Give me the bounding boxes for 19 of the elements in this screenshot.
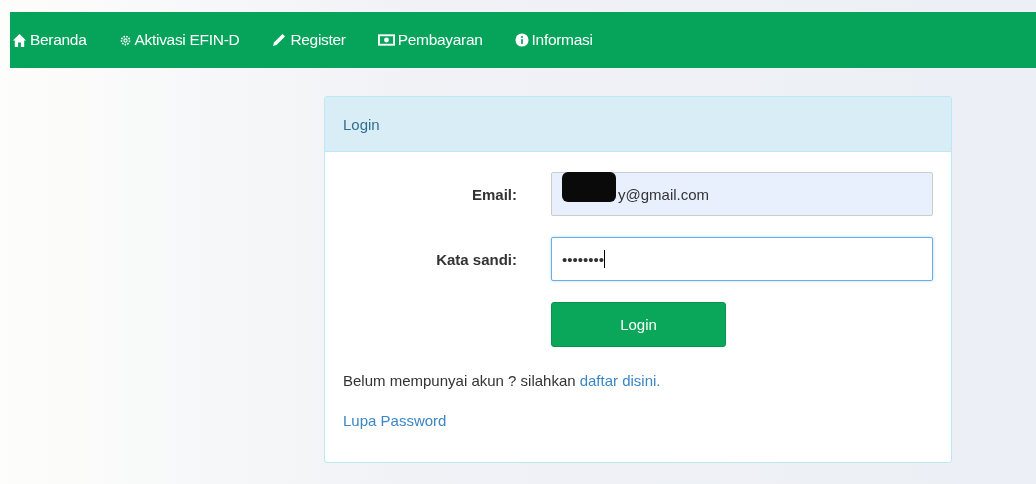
home-icon xyxy=(12,32,27,48)
nav-link[interactable]: Pembayaran xyxy=(377,31,483,49)
signup-prompt: Belum mempunyai akun ? silahkan xyxy=(343,372,576,389)
login-button[interactable]: Login xyxy=(551,302,726,347)
field-label: Email: xyxy=(471,185,517,203)
nav-link[interactable]: Aktivasi EFIN-D xyxy=(118,31,240,49)
input-field[interactable]: y@gmail.com xyxy=(551,172,933,216)
nav-link[interactable]: Register xyxy=(271,31,346,49)
field-label: Kata sandi: xyxy=(435,250,517,268)
banknote-icon xyxy=(377,34,395,46)
nav-link[interactable]: Informasi xyxy=(514,31,593,49)
panel-title: Login xyxy=(343,115,380,133)
input-field[interactable]: •••••••• xyxy=(551,237,933,281)
gear-icon xyxy=(118,33,132,47)
info-icon xyxy=(514,33,529,47)
forgot-password-link[interactable]: Lupa Password xyxy=(343,412,447,429)
pencil-icon xyxy=(271,32,288,48)
signup-link[interactable]: daftar disini. xyxy=(579,372,661,389)
nav-link[interactable]: Beranda xyxy=(12,31,87,49)
